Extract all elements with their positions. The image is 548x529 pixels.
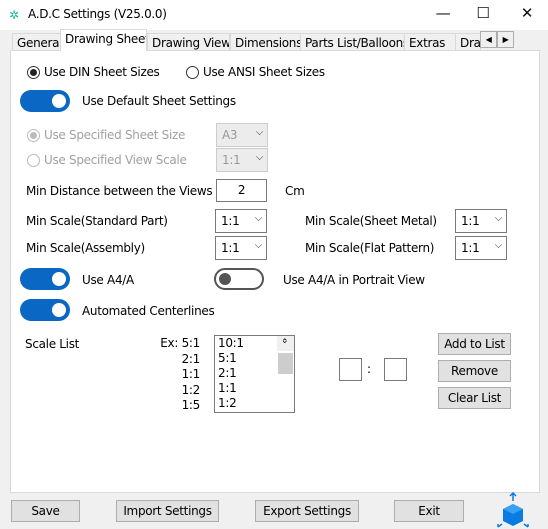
scale-list-label: Scale List [25,337,80,351]
tab-drawing-sheet[interactable]: Drawing Sheet [60,29,147,51]
list-scrollbar[interactable]: ⌃ ⌄ [277,334,294,374]
tab-parts-list-balloons[interactable]: Parts List/Balloons [300,33,405,51]
std-part-label: Min Scale(Standard Part) [26,214,168,228]
exit-button[interactable]: Exit [394,500,464,522]
chevron-down-icon: ⌵ [254,213,263,224]
sheet-size-select[interactable]: A3 ⌵ [216,123,268,147]
list-item[interactable]: 1:2 [215,396,294,411]
minimize-button[interactable]: — [428,4,458,22]
window-title: A.D.C Settings (V25.0.0) [28,7,167,21]
import-settings-button[interactable]: Import Settings [116,500,219,522]
min-distance-label: Min Distance between the Views [26,184,213,198]
flat-pattern-value: 1:1 [461,241,480,255]
tab-draw[interactable]: Draw [455,33,481,51]
example: 1:2 [181,382,201,397]
din-label: Use DIN Sheet Sizes [44,65,160,79]
list-item[interactable]: 1:1 [215,381,294,396]
ratio-left-input[interactable] [339,358,362,381]
scale-examples: Ex: 5:1 2:1 1:1 1:2 1:5 [140,336,200,414]
centerlines-toggle[interactable] [20,299,70,321]
example: 2:1 [181,351,201,366]
assembly-value: 1:1 [221,241,240,255]
tab-drawing-views[interactable]: Drawing Views [147,33,230,51]
tab-general[interactable]: General [12,33,62,51]
std-part-select[interactable]: 1:1 ⌵ [215,209,267,233]
add-to-list-button[interactable]: Add to List [438,333,511,355]
example: 1:1 [181,367,201,381]
save-button[interactable]: Save [11,500,80,522]
chevron-down-icon: ⌵ [254,240,263,251]
chevron-down-icon: ⌵ [494,240,503,251]
specified-scale-label: Use Specified View Scale [44,153,187,167]
example: 1:5 [181,398,201,412]
a4-toggle[interactable] [20,268,70,290]
view-scale-value: 1:1 [222,153,241,167]
din-radio[interactable] [27,66,40,79]
ratio-separator: : [367,362,371,376]
sheet-metal-label: Min Scale(Sheet Metal) [305,214,437,228]
specified-size-label: Use Specified Sheet Size [44,128,186,142]
export-settings-button[interactable]: Export Settings [255,500,359,522]
a4-portrait-toggle[interactable] [214,268,264,290]
remove-button[interactable]: Remove [438,360,511,382]
view-scale-select[interactable]: 1:1 ⌵ [216,148,268,172]
specified-size-radio[interactable] [27,129,40,142]
tab-dimensions[interactable]: Dimensions [230,33,301,51]
a4-portrait-label: Use A4/A in Portrait View [283,273,425,287]
scroll-down-icon[interactable]: ⌄ [281,334,289,349]
tab-extras[interactable]: Extras [404,33,456,51]
ratio-right-input[interactable] [384,358,407,381]
tab-scroll-right-icon[interactable]: ▶ [497,31,514,48]
centerlines-label: Automated Centerlines [82,304,215,318]
default-settings-label: Use Default Sheet Settings [82,94,236,108]
sheet-metal-value: 1:1 [461,214,480,228]
sheet-metal-select[interactable]: 1:1 ⌵ [455,209,507,233]
scale-listbox[interactable]: 10:1 5:1 2:1 1:1 1:2 ⌃ ⌄ [214,335,295,413]
std-part-value: 1:1 [221,214,240,228]
app-logo-icon: ✲ [9,8,19,22]
default-settings-toggle[interactable] [20,90,70,112]
drawing-sheet-panel [10,50,540,493]
example: Ex: 5:1 [160,336,200,350]
assembly-select[interactable]: 1:1 ⌵ [215,236,267,260]
ansi-radio[interactable] [186,66,199,79]
assembly-label: Min Scale(Assembly) [26,241,145,255]
chevron-down-icon: ⌵ [255,152,264,163]
cube-logo-icon [497,492,529,528]
chevron-down-icon: ⌵ [494,213,503,224]
unit-label: Cm [285,184,305,198]
close-button[interactable]: ✕ [512,4,542,22]
scroll-thumb[interactable] [278,353,293,374]
clear-list-button[interactable]: Clear List [438,387,511,409]
flat-pattern-label: Min Scale(Flat Pattern) [305,241,435,255]
tab-scroll-left-icon[interactable]: ◀ [480,31,497,48]
maximize-button[interactable]: ☐ [468,4,498,22]
chevron-down-icon: ⌵ [255,127,264,138]
a4-label: Use A4/A [82,273,134,287]
min-distance-input[interactable]: 2 [216,179,267,202]
sheet-size-value: A3 [222,128,238,142]
specified-scale-radio[interactable] [27,154,40,167]
flat-pattern-select[interactable]: 1:1 ⌵ [455,236,507,260]
ansi-label: Use ANSI Sheet Sizes [203,65,325,79]
